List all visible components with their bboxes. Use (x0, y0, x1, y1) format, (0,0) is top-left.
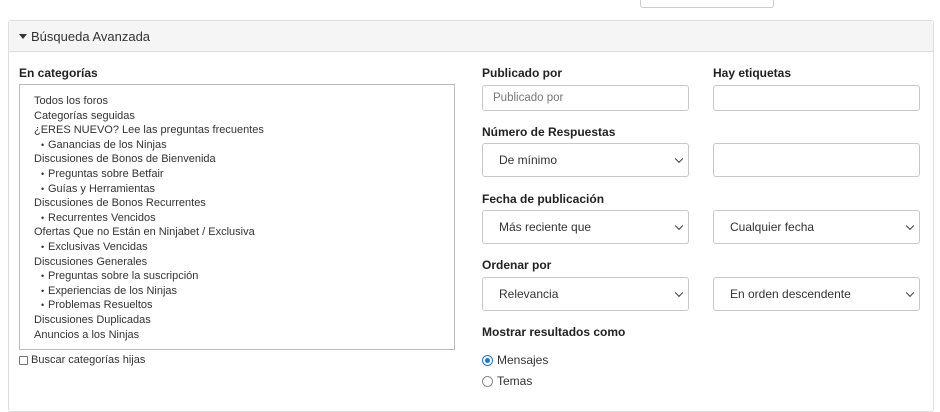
bullet-icon: • (41, 183, 45, 194)
order-direction-value: En orden descendente (730, 287, 851, 301)
category-label: Problemas Resueltos (48, 299, 153, 312)
category-option[interactable]: Discusiones de Bonos de Bienvenida (34, 152, 454, 167)
search-children-checkbox[interactable] (19, 355, 28, 365)
posted-by-input[interactable]: Publicado por (482, 85, 689, 111)
bullet-icon: • (41, 168, 45, 179)
radio-label: Temas (497, 374, 533, 388)
caret-down-icon (19, 34, 27, 39)
posted-by-label: Publicado por (482, 66, 563, 80)
category-option[interactable]: • Ganancias de los Ninjas (34, 138, 454, 153)
category-option[interactable]: Discusiones Generales (34, 255, 454, 270)
tags-label: Hay etiquetas (713, 66, 792, 80)
order-by-value: Relevancia (499, 287, 559, 301)
post-date-value: Cualquier fecha (730, 220, 815, 234)
replies-count-input[interactable] (713, 143, 920, 177)
advanced-search-toggle[interactable]: Búsqueda Avanzada (9, 21, 933, 52)
post-date-mode-value: Más reciente que (499, 220, 592, 234)
category-label: Recurrentes Vencidos (48, 211, 156, 224)
chevron-down-icon (674, 288, 684, 298)
order-direction-select[interactable]: En orden descendente (713, 277, 920, 311)
category-label: Ofertas Que no Están en Ninjabet / Exclu… (34, 226, 255, 239)
category-label: Discusiones Duplicadas (34, 313, 151, 326)
replies-mode-value: De mínimo (499, 153, 558, 167)
category-option[interactable]: • Exclusivas Vencidas (34, 240, 454, 255)
category-label: Categorías seguidas (34, 109, 135, 122)
top-search-input[interactable] (640, 0, 774, 8)
radio-option-posts[interactable]: Mensajes (482, 353, 548, 367)
category-label: Anuncios a los Ninjas (34, 328, 140, 341)
radio-option-topics[interactable]: Temas (482, 374, 532, 388)
category-label: Discusiones de Bonos Recurrentes (34, 197, 206, 210)
categories-listbox[interactable]: Todos los foros Categorías seguidas ¿ERES … (19, 84, 455, 350)
replies-label: Número de Respuestas (482, 125, 616, 139)
radio-button[interactable] (482, 375, 493, 387)
category-option[interactable]: • Preguntas sobre Betfair (34, 167, 454, 182)
category-option[interactable]: • Experiencias de los Ninjas (34, 284, 454, 299)
category-option[interactable]: Todos los foros (34, 94, 454, 109)
category-label: Guías y Herramientas (48, 182, 155, 195)
category-label: ¿ERES NUEVO? Lee las preguntas frecuente… (34, 124, 264, 137)
panel-title: Búsqueda Avanzada (31, 28, 151, 44)
order-label: Ordenar por (482, 258, 552, 272)
category-option[interactable]: • Guías y Herramientas (34, 182, 454, 197)
category-option[interactable]: Ofertas Que no Están en Ninjabet / Exclu… (34, 225, 454, 240)
category-label: Ganancias de los Ninjas (48, 138, 167, 151)
bullet-icon: • (41, 300, 45, 311)
category-label: Discusiones de Bonos de Bienvenida (34, 153, 216, 166)
chevron-down-icon (674, 221, 684, 231)
radio-label: Mensajes (497, 353, 549, 367)
bullet-icon: • (41, 139, 45, 150)
categories-label: En categorías (19, 66, 98, 80)
category-option[interactable]: Categorías seguidas (34, 109, 454, 124)
category-option[interactable]: • Recurrentes Vencidos (34, 211, 454, 226)
category-option[interactable]: Anuncios a los Ninjas (34, 328, 454, 343)
category-option[interactable]: Discusiones Duplicadas (34, 313, 454, 328)
category-option[interactable]: • Preguntas sobre la suscripción (34, 269, 454, 284)
category-option[interactable]: • Problemas Resueltos (34, 298, 454, 313)
category-label: Preguntas sobre Betfair (48, 167, 164, 180)
chevron-down-icon (905, 221, 915, 231)
post-date-mode-select[interactable]: Más reciente que (482, 210, 689, 244)
category-label: Experiencias de los Ninjas (48, 284, 178, 297)
search-children-label: Buscar categorías hijas (31, 354, 146, 366)
category-label: Exclusivas Vencidas (48, 240, 148, 253)
bullet-icon: • (41, 285, 45, 296)
tags-input[interactable] (713, 85, 920, 111)
category-label: Discusiones Generales (34, 255, 148, 268)
bullet-icon: • (41, 241, 45, 252)
show-results-label: Mostrar resultados como (482, 325, 626, 339)
replies-mode-select[interactable]: De mínimo (482, 143, 689, 177)
post-date-select[interactable]: Cualquier fecha (713, 210, 920, 244)
post-date-label: Fecha de publicación (482, 192, 605, 206)
category-option[interactable]: ¿ERES NUEVO? Lee las preguntas frecuente… (34, 123, 454, 138)
order-by-select[interactable]: Relevancia (482, 277, 689, 311)
bullet-icon: • (41, 212, 45, 223)
chevron-down-icon (674, 154, 684, 164)
radio-button[interactable] (482, 354, 493, 366)
category-option[interactable]: Discusiones de Bonos Recurrentes (34, 196, 454, 211)
category-label: Todos los foros (34, 95, 108, 107)
category-label: Preguntas sobre la suscripción (48, 270, 199, 283)
chevron-down-icon (905, 288, 915, 298)
bullet-icon: • (41, 271, 45, 282)
search-children-option[interactable]: Buscar categorías hijas (19, 354, 145, 366)
